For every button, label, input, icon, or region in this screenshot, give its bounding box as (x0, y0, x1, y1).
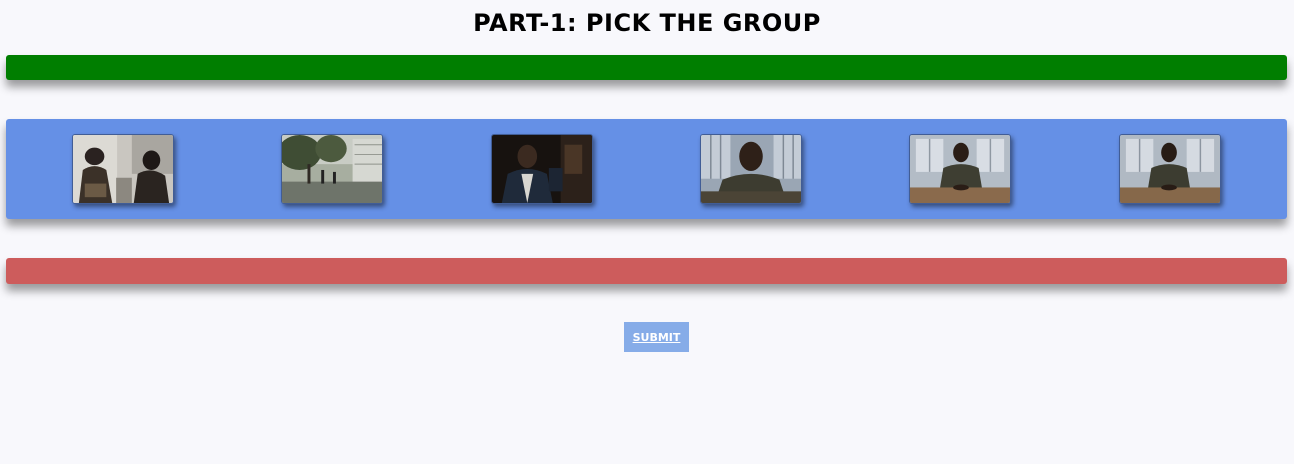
thumbnail-5-image (910, 135, 1010, 203)
thumbnail-row (6, 134, 1287, 204)
thumbnail-3-image (492, 135, 592, 203)
video-thumbnail-2[interactable] (281, 134, 383, 204)
video-gallery (6, 119, 1287, 219)
top-drop-zone (6, 55, 1287, 80)
submit-button[interactable]: SUBMIT (624, 322, 689, 352)
thumbnail-1-image (73, 135, 173, 203)
video-thumbnail-6[interactable] (1119, 134, 1221, 204)
bottom-drop-zone (6, 258, 1287, 284)
page: PART-1: PICK THE GROUP SUBMIT (0, 0, 1294, 464)
thumbnail-6-image (1120, 135, 1220, 203)
page-title: PART-1: PICK THE GROUP (473, 9, 821, 37)
thumbnail-2-image (282, 135, 382, 203)
video-thumbnail-1[interactable] (72, 134, 174, 204)
video-thumbnail-4[interactable] (700, 134, 802, 204)
thumbnail-4-image (701, 135, 801, 203)
video-thumbnail-5[interactable] (909, 134, 1011, 204)
video-thumbnail-3[interactable] (491, 134, 593, 204)
